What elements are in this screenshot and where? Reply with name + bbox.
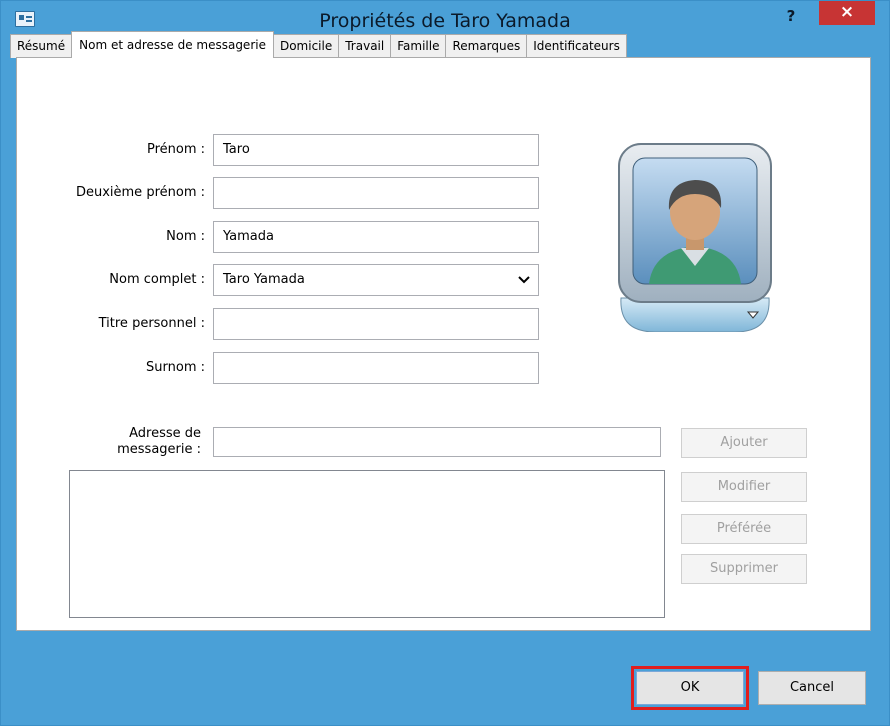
tab-strip: Résumé Nom et adresse de messagerie Domi…: [10, 31, 627, 58]
edit-email-button[interactable]: Modifier: [681, 472, 807, 502]
middle-name-label: Deuxième prénom :: [75, 185, 205, 200]
first-name-label: Prénom :: [146, 142, 205, 157]
cancel-button[interactable]: Cancel: [758, 671, 866, 705]
nickname-label: Surnom :: [146, 360, 205, 375]
email-field[interactable]: [213, 427, 661, 457]
middle-name-field[interactable]: [213, 177, 539, 209]
email-list[interactable]: [69, 470, 665, 618]
first-name-field[interactable]: Taro: [213, 134, 539, 166]
tab-home[interactable]: Domicile: [272, 34, 340, 58]
contact-photo[interactable]: [615, 138, 775, 333]
ok-button-highlight: [631, 666, 749, 710]
close-button[interactable]: ×: [819, 1, 875, 25]
full-name-label: Nom complet :: [109, 272, 205, 287]
email-label: Adresse de messagerie :: [117, 426, 201, 457]
help-button[interactable]: ?: [776, 5, 806, 27]
delete-email-button[interactable]: Supprimer: [681, 554, 807, 584]
full-name-combo[interactable]: Taro Yamada: [213, 264, 539, 296]
personal-title-field[interactable]: [213, 308, 539, 340]
person-avatar-icon: [618, 143, 772, 333]
tab-work[interactable]: Travail: [338, 34, 392, 58]
tab-name-and-email[interactable]: Nom et adresse de messagerie: [71, 31, 274, 58]
add-email-button[interactable]: Ajouter: [681, 428, 807, 458]
tab-panel: Prénom : Taro Deuxième prénom : Nom : Ya…: [16, 57, 871, 631]
tab-summary[interactable]: Résumé: [10, 34, 73, 58]
tab-ids[interactable]: Identificateurs: [526, 34, 627, 58]
nickname-field[interactable]: [213, 352, 539, 384]
set-preferred-button[interactable]: Préférée: [681, 514, 807, 544]
last-name-label: Nom :: [166, 229, 205, 244]
chevron-down-icon[interactable]: [518, 275, 530, 285]
full-name-value: Taro Yamada: [223, 272, 305, 287]
tab-notes[interactable]: Remarques: [445, 34, 528, 58]
personal-title-label: Titre personnel :: [98, 316, 205, 331]
last-name-field[interactable]: Yamada: [213, 221, 539, 253]
tab-family[interactable]: Famille: [390, 34, 447, 58]
